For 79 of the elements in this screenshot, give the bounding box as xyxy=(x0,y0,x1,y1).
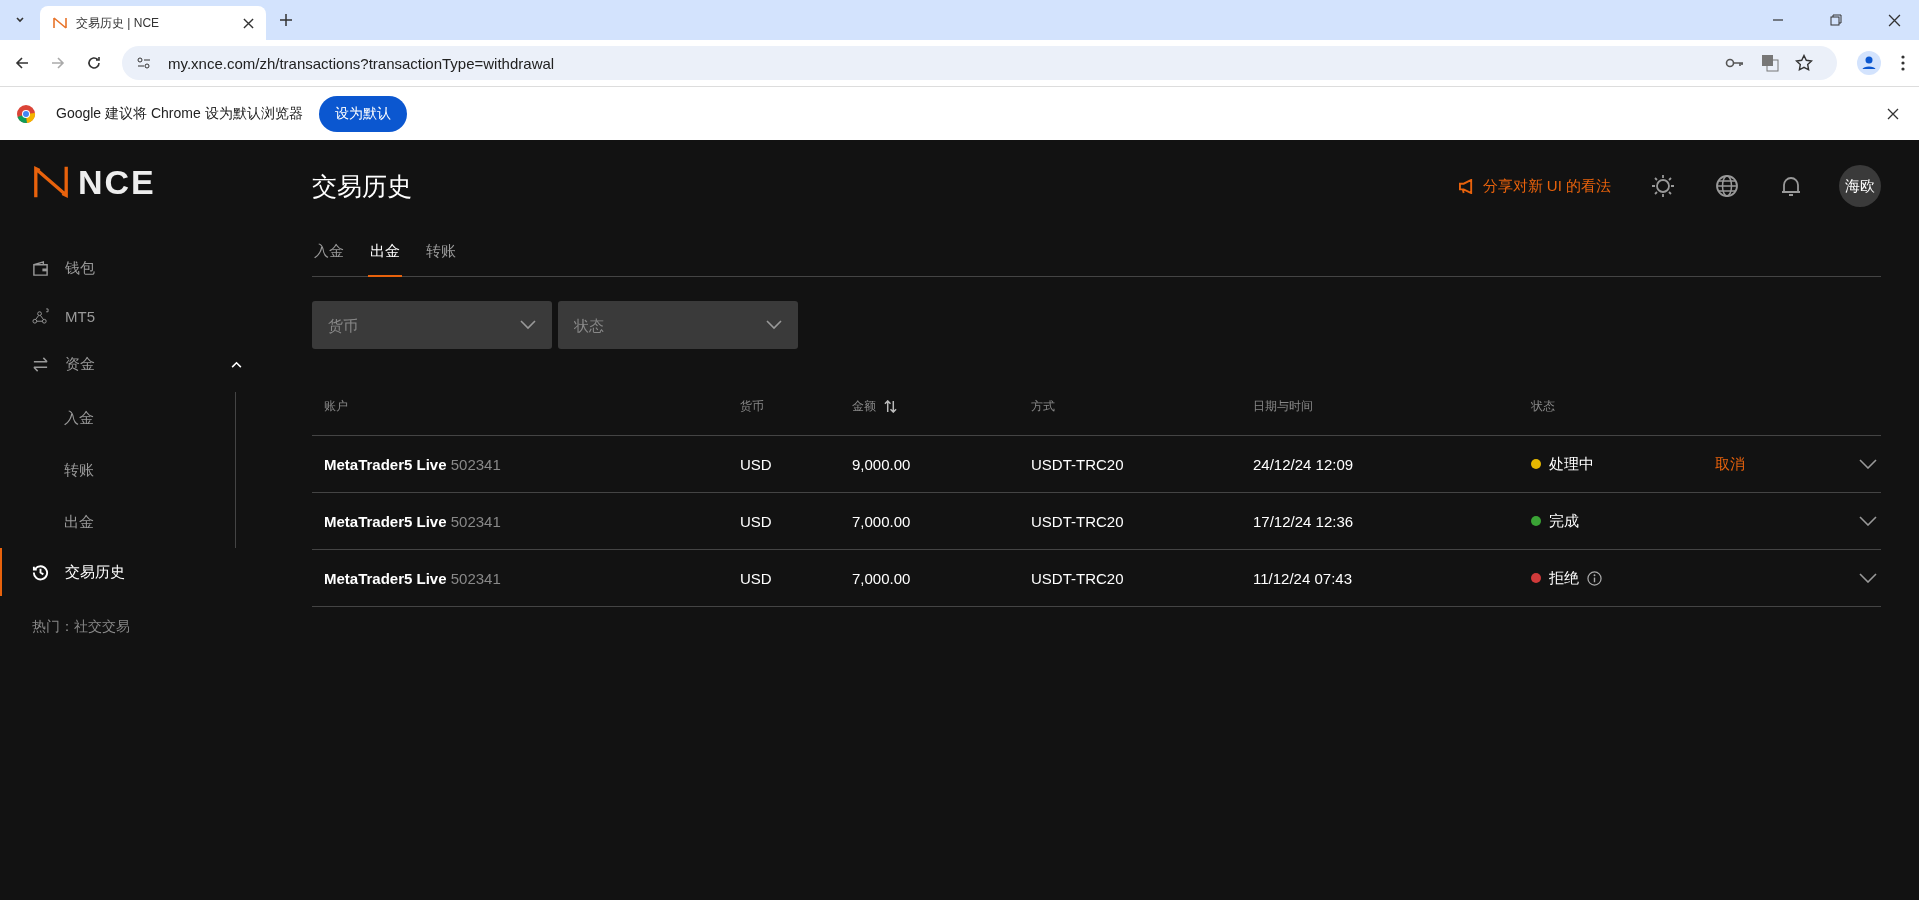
table-cell: 17/12/24 12:36 xyxy=(1253,512,1354,530)
column-header[interactable]: 金额 xyxy=(852,397,897,415)
sort-icon[interactable] xyxy=(884,399,897,413)
key-icon[interactable] xyxy=(1725,57,1745,69)
logo-icon xyxy=(32,163,70,201)
page-title: 交易历史 xyxy=(312,170,412,202)
status-label: 完成 xyxy=(1549,511,1579,531)
address-bar[interactable]: my.xnce.com/zh/transactions?transactionType=withdrawal xyxy=(122,46,1837,80)
table-cell: USDT-TRC20 xyxy=(1031,512,1124,530)
favicon-icon xyxy=(52,15,68,31)
table-cell: 7,000.00 xyxy=(852,512,911,530)
table-cell: USDT-TRC20 xyxy=(1031,455,1124,473)
logo-text: NCE xyxy=(78,162,156,202)
filter-dropdown[interactable]: 状态 xyxy=(558,301,798,349)
column-header[interactable]: 日期与时间 xyxy=(1253,397,1313,415)
tab[interactable]: 出金 xyxy=(368,230,402,277)
sidebar-subitem[interactable]: 出金 xyxy=(0,496,235,548)
tab-title: 交易历史 | NCE xyxy=(76,14,161,32)
triangle-nodes-icon xyxy=(32,307,49,325)
table-cell: USD xyxy=(740,569,772,587)
sidebar-item[interactable]: 交易历史 xyxy=(0,548,312,596)
infobar-message: Google 建议将 Chrome 设为默认浏览器 xyxy=(56,104,303,123)
sidebar-subitem[interactable]: 转账 xyxy=(0,444,235,496)
chevron-down-icon[interactable] xyxy=(1859,573,1877,583)
sun-icon[interactable] xyxy=(1651,174,1675,198)
transfer-arrows-icon xyxy=(32,355,49,373)
account-cell: MetaTrader5 Live 502341 xyxy=(324,569,501,587)
popular-link[interactable]: 热门：社交交易 xyxy=(32,618,312,636)
table-cell: USDT-TRC20 xyxy=(1031,569,1124,587)
sidebar-subitem[interactable]: 入金 xyxy=(0,392,235,444)
account-cell: MetaTrader5 Live 502341 xyxy=(324,455,501,473)
wallet-icon xyxy=(32,259,49,277)
column-header[interactable]: 账户 xyxy=(324,397,348,415)
chevron-up-icon[interactable] xyxy=(231,360,242,368)
new-tab-icon[interactable] xyxy=(280,14,292,26)
bell-icon[interactable] xyxy=(1779,174,1803,198)
status-label: 拒绝 xyxy=(1549,568,1579,588)
table-cell: 11/12/24 07:43 xyxy=(1253,569,1352,587)
chrome-logo-icon xyxy=(16,103,36,124)
table-cell: USD xyxy=(740,512,772,530)
status-label: 处理中 xyxy=(1549,454,1594,474)
close-icon[interactable] xyxy=(1887,107,1899,120)
star-icon[interactable] xyxy=(1795,54,1813,72)
set-default-button[interactable]: 设为默认 xyxy=(318,95,407,132)
megaphone-icon xyxy=(1457,178,1475,194)
close-icon[interactable] xyxy=(243,17,254,29)
browser-tab[interactable]: 交易历史 | NCE xyxy=(40,6,266,40)
chevron-down-icon[interactable] xyxy=(1859,459,1877,469)
sidebar-item[interactable]: 钱包 xyxy=(0,244,312,292)
table-cell: USD xyxy=(740,455,772,473)
chevron-down-icon[interactable] xyxy=(1859,516,1877,526)
column-header[interactable]: 状态 xyxy=(1531,397,1555,415)
history-icon xyxy=(32,563,49,581)
table-cell: 9,000.00 xyxy=(852,455,911,473)
site-settings-icon[interactable] xyxy=(136,55,152,71)
column-header[interactable]: 方式 xyxy=(1031,397,1055,415)
chevron-down-icon xyxy=(520,320,536,330)
cancel-link[interactable]: 取消 xyxy=(1715,454,1745,474)
reload-icon[interactable] xyxy=(86,55,102,71)
back-icon[interactable] xyxy=(14,55,30,71)
feedback-link[interactable]: 分享对新 UI 的看法 xyxy=(1457,176,1611,196)
tab[interactable]: 入金 xyxy=(312,230,346,277)
translate-icon[interactable] xyxy=(1761,54,1779,72)
profile-icon[interactable] xyxy=(1857,51,1881,75)
sidebar-item[interactable]: 资金 xyxy=(0,340,312,388)
tab[interactable]: 转账 xyxy=(424,230,458,277)
sidebar-item[interactable]: MT5 xyxy=(0,292,312,340)
table-cell: 24/12/24 12:09 xyxy=(1253,455,1354,473)
user-avatar[interactable]: 海欧 xyxy=(1839,165,1881,207)
column-header[interactable]: 货币 xyxy=(740,397,764,415)
info-icon[interactable] xyxy=(1587,570,1602,586)
restore-icon[interactable] xyxy=(1830,14,1842,26)
globe-icon[interactable] xyxy=(1715,174,1739,198)
chevron-down-icon xyxy=(766,320,782,330)
close-icon[interactable] xyxy=(1888,13,1901,27)
more-icon[interactable] xyxy=(1901,55,1905,71)
account-cell: MetaTrader5 Live 502341 xyxy=(324,512,501,530)
filter-dropdown[interactable]: 货币 xyxy=(312,301,552,349)
table-cell: 7,000.00 xyxy=(852,569,911,587)
